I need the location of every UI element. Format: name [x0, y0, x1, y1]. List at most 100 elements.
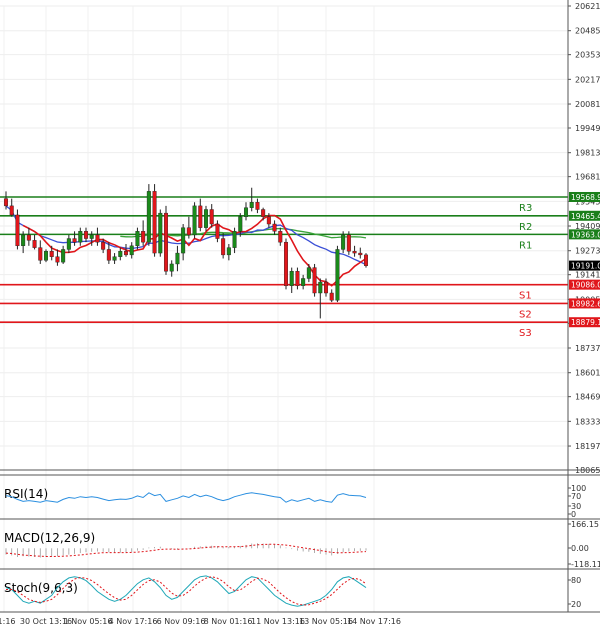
candle-body [226, 247, 231, 256]
candle[interactable] [358, 247, 363, 259]
candle-body [49, 251, 54, 257]
candle[interactable] [181, 224, 186, 261]
candle-body [203, 209, 208, 228]
price-tick-label: 19681.0 [575, 173, 600, 182]
candle[interactable] [95, 227, 100, 246]
time-tick-label: 13 Nov 05:16 [299, 617, 353, 626]
candle[interactable] [146, 184, 151, 246]
candle[interactable] [272, 220, 277, 235]
indicator-panes: RSI(14) 10070300MACD(12,26,9)166.150.00-1… [0, 474, 600, 609]
time-tick-label: 4 Nov 17:16 [109, 617, 158, 626]
candle[interactable] [249, 187, 254, 212]
indicator-tick-label: 20 [571, 600, 581, 609]
indicator-pane: RSI(14) 10070300 [0, 474, 600, 519]
level-badge-text: 19363.0 [571, 230, 600, 239]
candle[interactable] [289, 267, 294, 294]
price-tick-label: 19813.0 [575, 149, 600, 158]
candle-body [324, 281, 329, 294]
candle[interactable] [163, 205, 168, 275]
candle-body [72, 238, 77, 243]
candle-body [21, 234, 26, 247]
candle[interactable] [32, 234, 37, 250]
candle[interactable] [284, 238, 289, 290]
candle[interactable] [364, 253, 369, 268]
candle-body [232, 231, 237, 248]
candle-body [112, 256, 117, 261]
rsi-line [5, 492, 367, 503]
candle[interactable] [152, 184, 157, 257]
candle[interactable] [329, 289, 334, 303]
candle[interactable] [135, 227, 140, 250]
candle-body [364, 254, 369, 266]
candle[interactable] [198, 198, 203, 232]
time-tick-label: 8 Nov 01:16 [204, 617, 253, 626]
candle[interactable] [221, 233, 226, 259]
candle[interactable] [255, 198, 260, 214]
candle[interactable] [209, 204, 214, 228]
candle[interactable] [83, 227, 88, 243]
candle[interactable] [55, 249, 60, 266]
time-axis: 01:1630 Oct 13:161 Nov 05:164 Nov 17:166… [0, 617, 401, 626]
candle-body [181, 227, 186, 254]
candle-body [215, 223, 220, 239]
candle-body [66, 238, 71, 250]
time-tick-label: 14 Nov 17:16 [347, 617, 401, 626]
level-label-s2: S2 [519, 309, 532, 320]
candle-body [358, 252, 363, 256]
candle[interactable] [175, 245, 180, 272]
candle[interactable] [118, 247, 123, 261]
level-price-badges: 19568.9 19465.4 19363.0 19086.0 18982.6 18879… [569, 191, 600, 328]
candle-body [192, 205, 197, 236]
candle[interactable] [38, 240, 43, 264]
candle-body [278, 231, 283, 243]
level-badge-text: 18879.1 [571, 318, 600, 327]
candle-body [301, 278, 306, 286]
candle[interactable] [278, 227, 283, 246]
candle-body [55, 256, 60, 263]
price-pane: R3 R2 R1 S1 S2 S3 20621.0 20485.0 20353.0 20217.… [0, 2, 600, 612]
candle[interactable] [44, 249, 49, 263]
candle[interactable] [232, 227, 237, 254]
candle-body [346, 234, 351, 252]
candle[interactable] [335, 245, 340, 303]
candle-body [186, 227, 191, 236]
candle-body [78, 231, 83, 243]
candle-body [175, 252, 180, 265]
chart-frame [0, 0, 600, 613]
candle[interactable] [61, 245, 66, 264]
candle-body [38, 247, 43, 261]
candle[interactable] [78, 227, 83, 246]
candle[interactable] [352, 245, 357, 257]
candle[interactable] [301, 274, 306, 290]
candle[interactable] [318, 278, 323, 319]
price-tick-label: 18333.0 [575, 417, 600, 426]
indicator-tick-label: 166.15 [571, 520, 599, 529]
candle-body [135, 231, 140, 247]
macd-signal-line [5, 543, 367, 557]
price-tick-label: 19141.0 [575, 271, 600, 280]
current-price-badge: 19191.0 [569, 260, 600, 271]
candle[interactable] [141, 220, 146, 246]
candle[interactable] [295, 267, 300, 290]
candle-body [163, 212, 168, 272]
candle[interactable] [192, 202, 197, 239]
candle[interactable] [112, 253, 117, 264]
candle-body [261, 209, 266, 217]
price-tick-label: 18737.0 [575, 344, 600, 353]
candle[interactable] [312, 263, 317, 297]
candle[interactable] [15, 209, 20, 250]
candle[interactable] [158, 209, 163, 257]
candle[interactable] [243, 202, 248, 221]
candle[interactable] [203, 205, 208, 232]
candle-body [95, 234, 100, 243]
indicator-pane: Stoch(9,6,3)8020 [0, 568, 600, 609]
level-label-r2: R2 [519, 222, 532, 233]
candle-body [83, 231, 88, 239]
candle-body [295, 271, 300, 286]
candle-body [15, 214, 20, 247]
candle-body [169, 263, 174, 272]
candle[interactable] [346, 231, 351, 255]
candle[interactable] [26, 227, 31, 246]
candle-body [146, 191, 151, 243]
candle[interactable] [72, 231, 77, 246]
